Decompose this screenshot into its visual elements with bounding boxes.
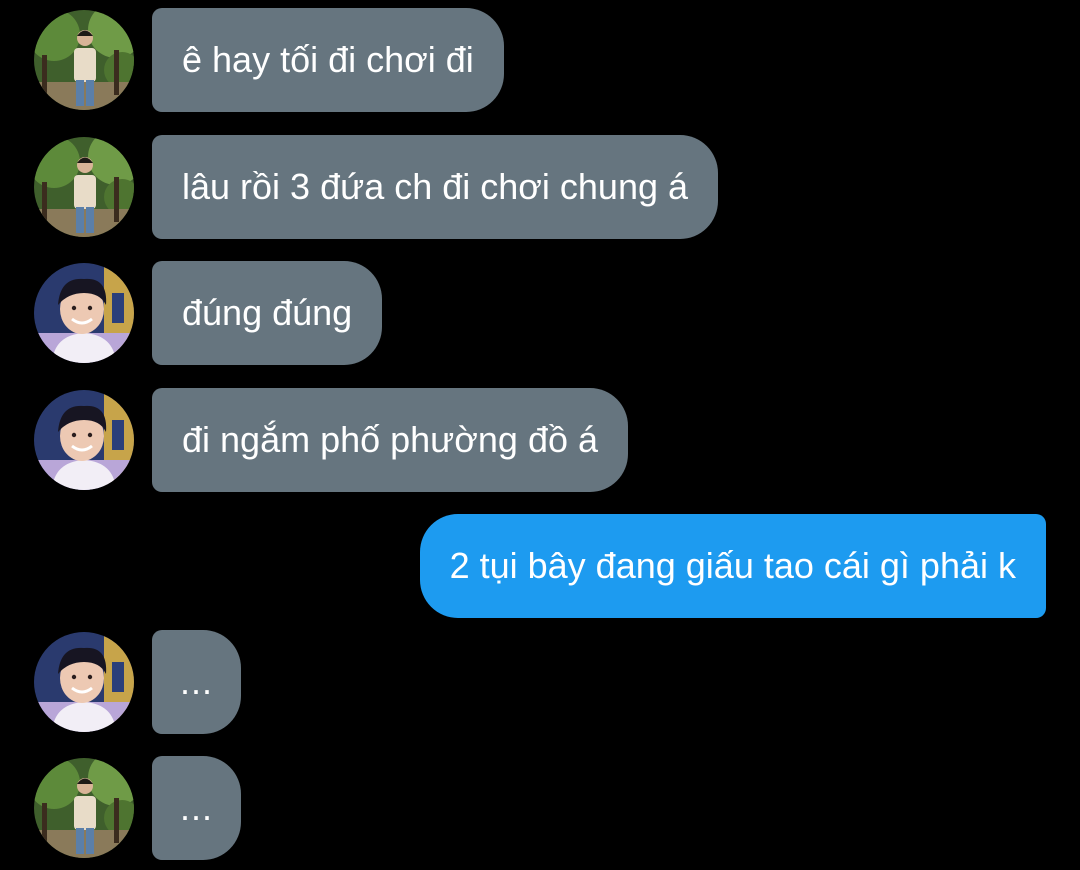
message-row: ... [0,756,1080,860]
incoming-message-bubble[interactable]: đúng đúng [152,261,383,365]
incoming-message-bubble[interactable]: lâu rồi 3 đứa ch đi chơi chung á [152,135,719,239]
avatar-photo-smiling-boy [34,390,134,490]
incoming-message-bubble[interactable]: ... [152,630,242,734]
avatar[interactable] [34,263,134,363]
incoming-message-bubble[interactable]: ... [152,756,242,860]
avatar[interactable] [34,10,134,110]
chat-thread: ê hay tối đi chơi đi lâu rồi 3 đứa ch đi… [0,0,1080,870]
message-row: 2 tụi bây đang giấu tao cái gì phải k [0,514,1080,618]
avatar[interactable] [34,390,134,490]
incoming-message-bubble[interactable]: đi ngắm phố phường đồ á [152,388,629,492]
message-row: đúng đúng [0,261,1080,365]
avatar-photo-smiling-boy [34,263,134,363]
outgoing-message-bubble[interactable]: 2 tụi bây đang giấu tao cái gì phải k [419,514,1046,618]
avatar[interactable] [34,137,134,237]
avatar-photo-smiling-boy [34,632,134,732]
message-row: ... [0,630,1080,734]
avatar[interactable] [34,632,134,732]
avatar-photo-outdoor-park [34,137,134,237]
message-row: ê hay tối đi chơi đi [0,8,1080,112]
incoming-message-bubble[interactable]: ê hay tối đi chơi đi [152,8,504,112]
avatar-photo-outdoor-park [34,10,134,110]
message-row: đi ngắm phố phường đồ á [0,388,1080,492]
avatar[interactable] [34,758,134,858]
avatar-photo-outdoor-park [34,758,134,858]
message-row: lâu rồi 3 đứa ch đi chơi chung á [0,135,1080,239]
